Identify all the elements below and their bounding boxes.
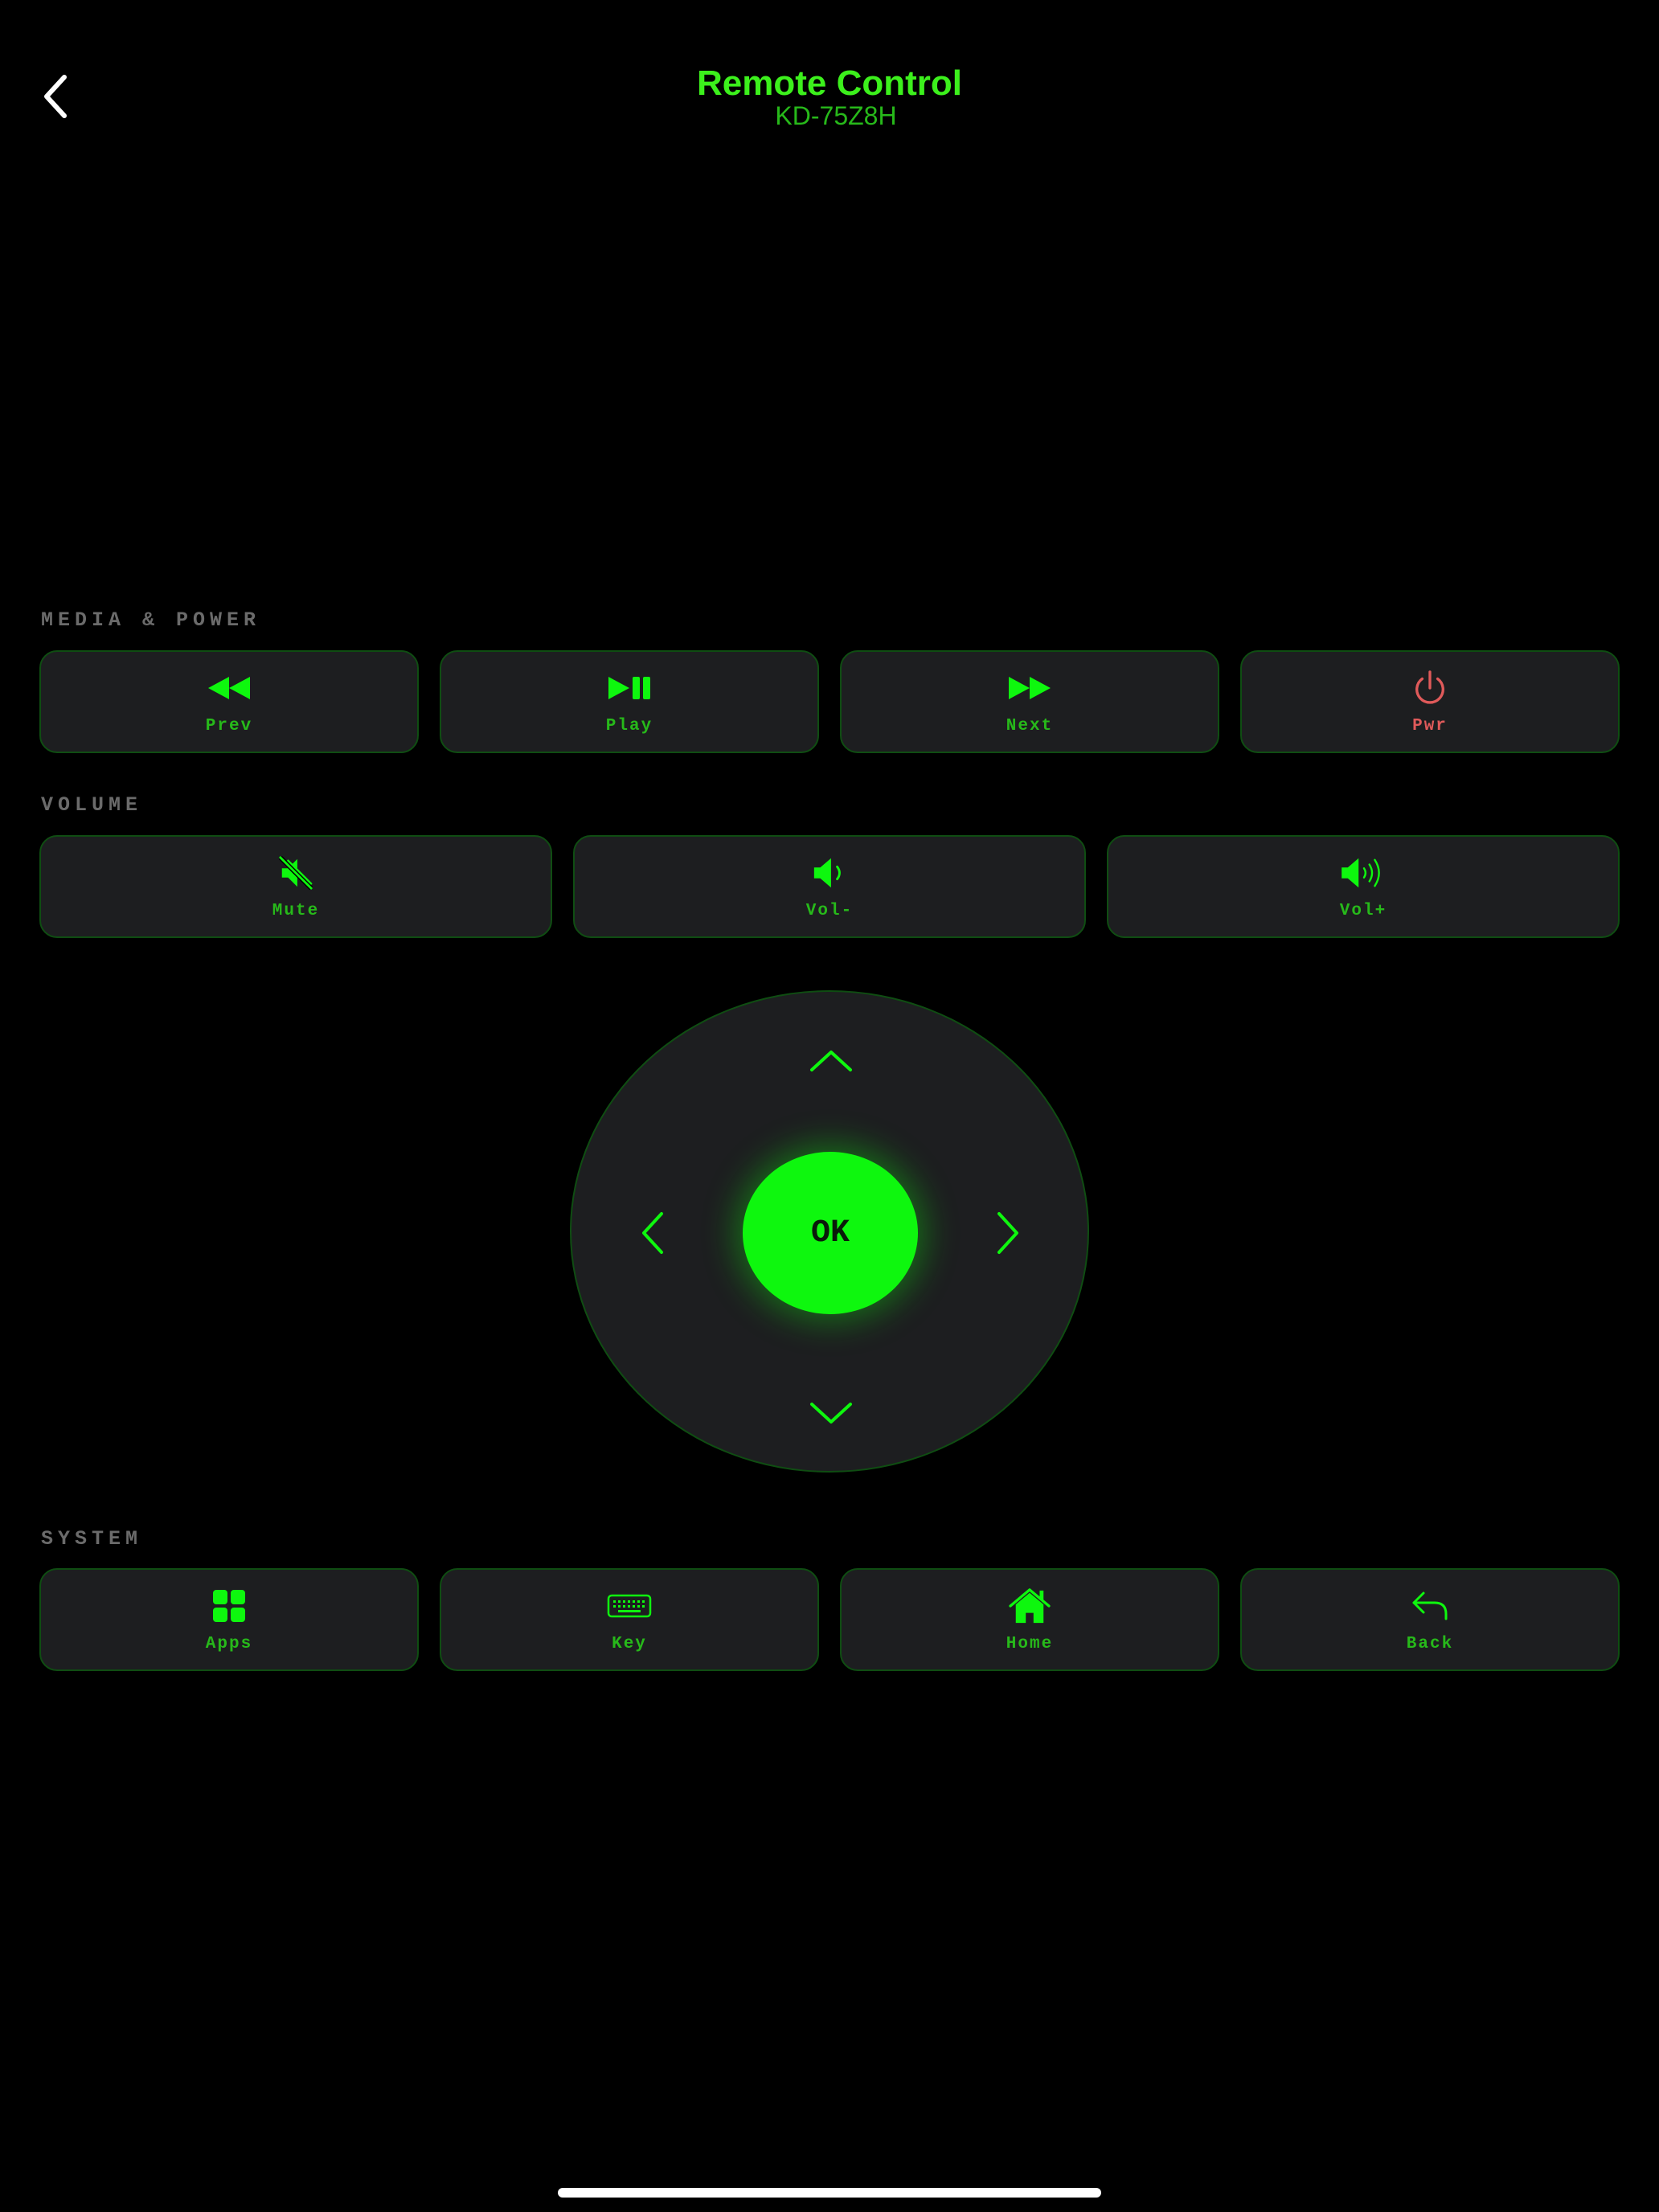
ok-button[interactable]: OK — [743, 1152, 918, 1314]
play-label: Play — [605, 717, 653, 735]
section-label-volume: VOLUME — [41, 793, 143, 817]
apps-grid-icon — [213, 1590, 245, 1622]
next-label: Next — [1006, 717, 1054, 735]
dpad-up-button[interactable] — [791, 1032, 871, 1088]
chevron-left-icon — [642, 1212, 663, 1254]
power-label: Pwr — [1412, 717, 1448, 735]
fast-forward-icon — [1009, 677, 1051, 699]
volume-row: Mute Vol- Vol+ — [39, 835, 1620, 938]
dpad-left-button[interactable] — [620, 1193, 684, 1273]
mute-button[interactable]: Mute — [39, 835, 552, 938]
reply-arrow-icon — [1412, 1591, 1448, 1620]
power-icon — [1415, 670, 1444, 704]
mute-label: Mute — [272, 902, 320, 920]
prev-label: Prev — [205, 717, 253, 735]
volume-up-label: Vol+ — [1339, 902, 1387, 920]
prev-button[interactable]: Prev — [39, 650, 419, 753]
volume-down-button[interactable]: Vol- — [573, 835, 1086, 938]
system-row: Apps Key Home Back — [39, 1568, 1620, 1671]
keyboard-label: Key — [612, 1635, 647, 1653]
home-indicator — [558, 2188, 1101, 2198]
volume-down-label: Vol- — [805, 902, 854, 920]
dpad-down-button[interactable] — [791, 1386, 871, 1442]
section-label-system: SYSTEM — [41, 1527, 143, 1550]
section-label-media-power: MEDIA & POWER — [41, 608, 261, 632]
mute-icon — [278, 855, 313, 891]
home-label: Home — [1006, 1635, 1054, 1653]
next-button[interactable]: Next — [840, 650, 1219, 753]
keyboard-icon — [607, 1594, 652, 1618]
play-pause-icon — [608, 677, 650, 699]
media-power-row: Prev Play Next Pwr — [39, 650, 1620, 753]
home-button[interactable]: Home — [840, 1568, 1219, 1671]
volume-up-icon — [1342, 858, 1380, 888]
home-icon — [1009, 1588, 1051, 1624]
device-model: KD-75Z8H — [775, 101, 897, 130]
dpad-right-button[interactable] — [977, 1193, 1041, 1273]
back-nav-button[interactable]: Back — [1240, 1568, 1620, 1671]
chevron-down-icon — [810, 1403, 852, 1423]
volume-down-icon — [813, 858, 841, 888]
volume-up-button[interactable]: Vol+ — [1107, 835, 1620, 938]
rewind-icon — [208, 677, 250, 699]
play-pause-button[interactable]: Play — [440, 650, 819, 753]
chevron-up-icon — [810, 1051, 852, 1071]
back-label: Back — [1406, 1635, 1454, 1653]
power-button[interactable]: Pwr — [1240, 650, 1620, 753]
ok-label: OK — [810, 1215, 850, 1251]
dpad: OK — [570, 990, 1089, 1473]
apps-label: Apps — [205, 1635, 253, 1653]
keyboard-button[interactable]: Key — [440, 1568, 819, 1671]
chevron-right-icon — [997, 1212, 1018, 1254]
apps-button[interactable]: Apps — [39, 1568, 419, 1671]
